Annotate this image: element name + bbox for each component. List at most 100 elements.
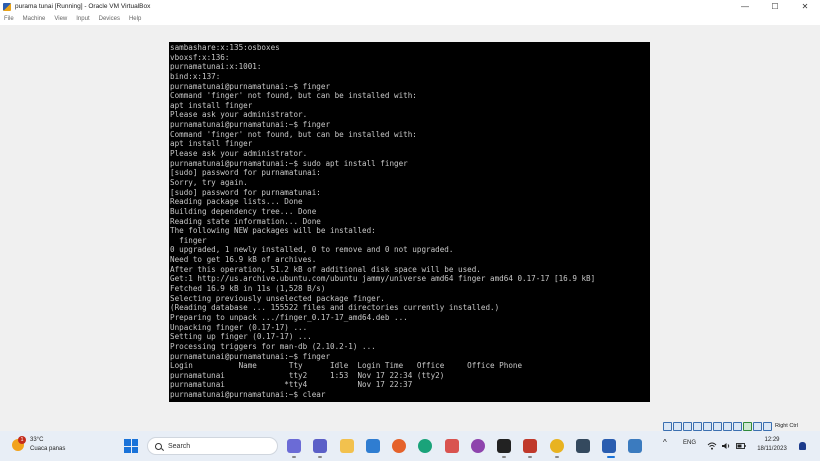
running-indicator: [528, 456, 532, 458]
network-icon[interactable]: [693, 421, 702, 431]
terminal-line: Get:1 http://us.archive.ubuntu.com/ubunt…: [170, 274, 596, 284]
terminal-line: 0 upgraded, 1 newly installed, 0 to remo…: [170, 245, 454, 255]
terminal-line: Fetched 16.9 kB in 11s (1,528 B/s): [170, 284, 326, 294]
running-indicator: [502, 456, 506, 458]
app-icon[interactable]: [628, 439, 642, 453]
terminal-line: Please ask your administrator.: [170, 149, 308, 159]
keyboard-icon[interactable]: [763, 421, 772, 431]
clock-time: 12:29: [764, 437, 780, 443]
vm-terminal-screen[interactable]: sambashare:x:135:osboxes vboxsf:x:136: pur…: [169, 42, 650, 402]
shared-folders-icon[interactable]: [713, 421, 722, 431]
terminal-line: apt install finger: [170, 100, 253, 110]
start-button[interactable]: [124, 439, 138, 453]
menu-file[interactable]: File: [4, 16, 14, 22]
taskbar-search-box[interactable]: Search: [147, 437, 278, 455]
active-indicator: [607, 456, 615, 458]
terminal-app-icon[interactable]: [497, 439, 511, 453]
display-icon[interactable]: [723, 421, 732, 431]
menu-input[interactable]: Input: [76, 16, 89, 22]
cpu-icon[interactable]: [743, 421, 752, 431]
close-button[interactable]: ✕: [790, 0, 820, 13]
terminal-line: [sudo] password for purnamatunai:: [170, 168, 321, 178]
terminal-line: purnamatunai@purnamatunai:~$ finger: [170, 120, 331, 130]
search-placeholder: Search: [168, 442, 191, 450]
virtualbox-icon: [3, 2, 11, 11]
terminal-line: The following NEW packages will be insta…: [170, 226, 376, 236]
terminal-line: finger: [170, 235, 207, 245]
window-titlebar: purama tunai [Running] - Oracle VM Virtu…: [0, 0, 820, 13]
menu-devices[interactable]: Devices: [99, 16, 120, 22]
vm-status-bar: Right Ctrl: [663, 421, 798, 431]
widgets-app-icon[interactable]: [287, 439, 301, 453]
terminal-line: purnamatunai@purnamatunai:~$ sudo apt in…: [170, 158, 408, 168]
terminal-line: Command 'finger' not found, but can be i…: [170, 91, 417, 101]
usb-icon[interactable]: [703, 421, 712, 431]
search-icon: [155, 442, 162, 450]
chrome-browser-icon[interactable]: [550, 439, 564, 453]
window-title: purama tunai [Running] - Oracle VM Virtu…: [15, 3, 151, 10]
wifi-icon[interactable]: [707, 442, 717, 450]
terminal-line: After this operation, 51.2 kB of additio…: [170, 264, 481, 274]
hard-disk-icon[interactable]: [663, 421, 672, 431]
terminal-line: Processing triggers for man-db (2.10.2-1…: [170, 341, 376, 351]
terminal-line: Sorry, try again.: [170, 177, 248, 187]
menu-help[interactable]: Help: [129, 16, 141, 22]
menu-machine[interactable]: Machine: [23, 16, 46, 22]
terminal-line: sambashare:x:135:osboxes: [170, 43, 280, 52]
terminal-line: Selecting previously unselected package …: [170, 293, 385, 303]
app-icon[interactable]: [576, 439, 590, 453]
file-explorer-icon[interactable]: [340, 439, 354, 453]
running-indicator: [318, 456, 322, 458]
terminal-line: [sudo] password for purnamatunai:: [170, 187, 321, 197]
terminal-line: Reading state information... Done: [170, 216, 321, 226]
terminal-line: bind:x:137:: [170, 71, 221, 81]
terminal-line: (Reading database ... 155522 files and d…: [170, 303, 500, 313]
app-icon[interactable]: [523, 439, 537, 453]
mouse-integration-icon[interactable]: [753, 421, 762, 431]
app-icon[interactable]: [445, 439, 459, 453]
audio-icon[interactable]: [683, 421, 692, 431]
terminal-line: apt install finger: [170, 139, 253, 149]
edge-browser-icon[interactable]: [418, 439, 432, 453]
terminal-line: purnamatunai:x:1001:: [170, 62, 262, 72]
terminal-line: Login Name Tty Idle Login Time Office Of…: [170, 361, 523, 371]
optical-drive-icon[interactable]: [673, 421, 682, 431]
app-icon[interactable]: [471, 439, 485, 453]
terminal-line: Setting up finger (0.17-17) ...: [170, 332, 312, 342]
battery-icon[interactable]: [736, 442, 746, 450]
maximize-button[interactable]: ☐: [760, 0, 790, 13]
taskbar-clock[interactable]: 12:29 18/11/2023: [752, 436, 792, 454]
notification-bell-icon[interactable]: [799, 442, 806, 450]
terminal-line: purnamatunai@purnamatunai:~$ finger: [170, 81, 331, 91]
notification-badge: 1: [18, 436, 26, 444]
terminal-line: Reading package lists... Done: [170, 197, 303, 207]
menu-view[interactable]: View: [54, 16, 67, 22]
weather-temperature: 33°C: [30, 437, 44, 443]
menu-bar: File Machine View Input Devices Help: [0, 13, 820, 25]
terminal-line: purnamatunai@purnamatunai:~$ clear: [170, 390, 326, 400]
weather-widget[interactable]: 1 33°C Cuaca panas: [12, 436, 65, 454]
tray-chevron[interactable]: ^: [663, 438, 667, 447]
terminal-line: Please ask your administrator.: [170, 110, 308, 120]
minimize-button[interactable]: —: [730, 0, 760, 13]
firefox-icon[interactable]: [392, 439, 406, 453]
terminal-line: Need to get 16.9 kB of archives.: [170, 255, 317, 265]
teams-app-icon[interactable]: [313, 439, 327, 453]
terminal-line: purnamatunai tty2 1:53 Nov 17 22:34 (tty…: [170, 370, 445, 380]
terminal-line: Unpacking finger (0.17-17) ...: [170, 322, 308, 332]
terminal-line: Building dependency tree... Done: [170, 206, 317, 216]
volume-icon[interactable]: [722, 442, 731, 450]
terminal-line: purnamatunai *tty4 Nov 17 22:37: [170, 380, 413, 390]
host-key-label: Right Ctrl: [775, 423, 798, 429]
terminal-line: vboxsf:x:136:: [170, 52, 230, 62]
virtualbox-taskbar-icon[interactable]: [602, 439, 616, 453]
windows-taskbar: [0, 431, 820, 461]
language-indicator[interactable]: ENG: [683, 440, 696, 446]
store-app-icon[interactable]: [366, 439, 380, 453]
weather-condition: Cuaca panas: [30, 446, 66, 452]
running-indicator: [292, 456, 296, 458]
clock-date: 18/11/2023: [757, 446, 787, 452]
recording-icon[interactable]: [733, 421, 742, 431]
running-indicator: [555, 456, 559, 458]
terminal-line: Command 'finger' not found, but can be i…: [170, 129, 417, 139]
